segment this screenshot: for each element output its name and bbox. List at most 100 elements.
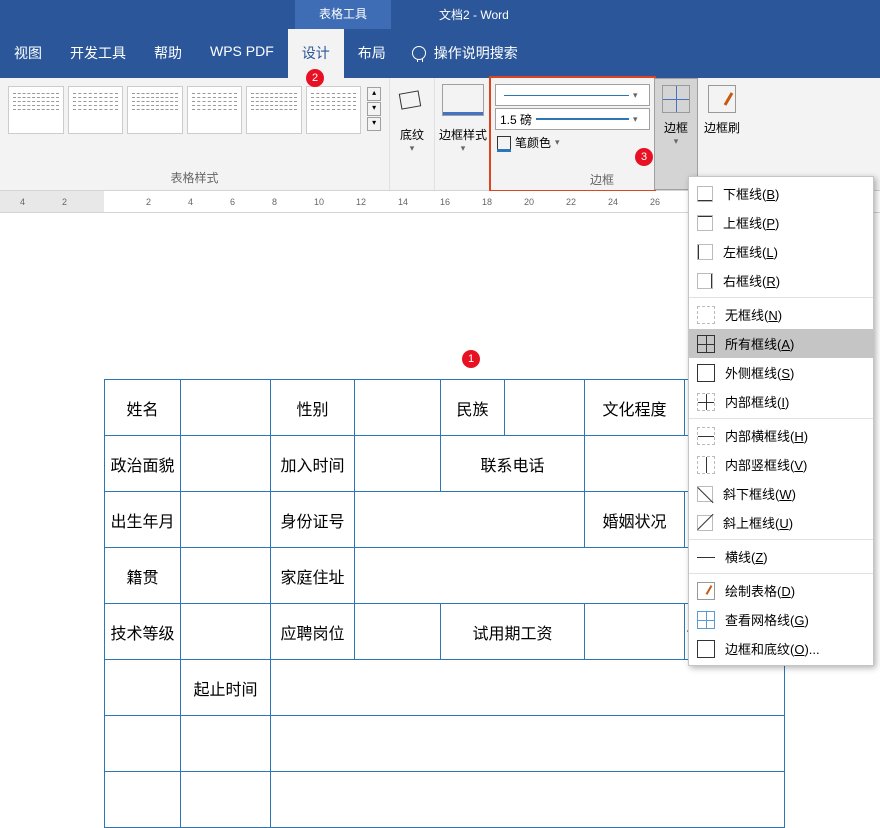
cell[interactable]	[271, 660, 785, 716]
inside-borders-icon	[697, 393, 715, 411]
cell[interactable]	[181, 716, 271, 772]
menu-outside-borders[interactable]: 外侧框线(S)	[689, 358, 873, 387]
document-title: 文档2 - Word	[439, 6, 509, 23]
border-painter-button[interactable]: 边框刷	[700, 78, 744, 190]
menu-left-border[interactable]: 左框线(L)	[689, 237, 873, 266]
cell-ethnicity-value[interactable]	[505, 380, 585, 436]
line-style-picker[interactable]: ▾	[495, 84, 650, 106]
cell[interactable]	[105, 772, 181, 828]
cell-address-label[interactable]: 家庭住址	[271, 548, 355, 604]
diagonal-up-icon	[697, 515, 713, 531]
menu-inside-borders[interactable]: 内部框线(I)	[689, 387, 873, 416]
cell-birth-label[interactable]: 出生年月	[105, 492, 181, 548]
border-painter-label: 边框刷	[704, 119, 740, 136]
cell[interactable]	[271, 772, 785, 828]
cell-political-value[interactable]	[181, 436, 271, 492]
cell-tech-level-label[interactable]: 技术等级	[105, 604, 181, 660]
cell-name-value[interactable]	[181, 380, 271, 436]
menu-horizontal-line[interactable]: 横线(Z)	[689, 542, 873, 571]
tab-developer[interactable]: 开发工具	[56, 29, 140, 78]
settings-icon	[697, 640, 715, 658]
cell[interactable]	[271, 716, 785, 772]
borders-icon	[662, 85, 690, 113]
table-style-thumb[interactable]	[127, 86, 183, 134]
outside-borders-icon	[697, 364, 715, 382]
shading-button[interactable]: 底纹 ▾	[390, 78, 434, 190]
cell-period-label[interactable]: 起止时间	[181, 660, 271, 716]
table-style-thumb[interactable]	[246, 86, 302, 134]
cell-trial-salary-label[interactable]: 试用期工资	[441, 604, 585, 660]
cell-join-time-value[interactable]	[355, 436, 441, 492]
right-border-icon	[697, 273, 713, 289]
brush-icon	[708, 85, 736, 113]
style-gallery-more[interactable]: ▴▾▾	[367, 86, 381, 134]
cell-gender-label[interactable]: 性别	[271, 380, 355, 436]
tab-layout[interactable]: 布局	[344, 29, 400, 78]
title-bar: 表格工具 文档2 - Word	[0, 0, 880, 29]
draw-table-icon	[697, 582, 715, 600]
border-style-swatch[interactable]	[442, 84, 484, 116]
table-style-thumb[interactable]	[68, 86, 124, 134]
paint-bucket-icon	[398, 88, 426, 116]
tell-me-label: 操作说明搜索	[434, 43, 518, 63]
menu-inside-vertical[interactable]: 内部竖框线(V)	[689, 450, 873, 479]
group-label-borders: 边框	[522, 171, 682, 188]
menu-bottom-border[interactable]: 下框线(B)	[689, 179, 873, 208]
menu-view-gridlines[interactable]: 查看网格线(G)	[689, 605, 873, 634]
line-preview	[504, 95, 629, 96]
document-table[interactable]: 姓名 性别 民族 文化程度 政治面貌 加入时间 联系电话 出生年月 身份证号 婚…	[104, 379, 785, 828]
table-style-thumb[interactable]	[187, 86, 243, 134]
context-tab-table-tools: 表格工具	[295, 0, 391, 29]
menu-borders-shading[interactable]: 边框和底纹(O)...	[689, 634, 873, 663]
cell[interactable]	[105, 716, 181, 772]
table-style-thumb[interactable]	[306, 86, 362, 134]
cell-gender-value[interactable]	[355, 380, 441, 436]
chevron-down-icon: ▾	[633, 90, 645, 101]
tab-wps-pdf[interactable]: WPS PDF	[196, 29, 288, 78]
cell[interactable]	[181, 772, 271, 828]
cell-name-label[interactable]: 姓名	[105, 380, 181, 436]
cell-political-label[interactable]: 政治面貌	[105, 436, 181, 492]
group-label-styles: 表格样式	[8, 167, 381, 188]
cell-join-time-label[interactable]: 加入时间	[271, 436, 355, 492]
horizontal-line-icon	[697, 548, 715, 566]
menu-diagonal-up[interactable]: 斜上框线(U)	[689, 508, 873, 537]
menu-right-border[interactable]: 右框线(R)	[689, 266, 873, 295]
cell-id-value[interactable]	[355, 492, 585, 548]
cell-position-value[interactable]	[355, 604, 441, 660]
cell-hometown-label[interactable]: 籍贯	[105, 548, 181, 604]
cell-marriage-label[interactable]: 婚姻状况	[585, 492, 685, 548]
pen-color-picker[interactable]: 笔颜色 ▾	[495, 132, 650, 153]
menu-draw-table[interactable]: 绘制表格(D)	[689, 576, 873, 605]
cell-ethnicity-label[interactable]: 民族	[441, 380, 505, 436]
tab-view[interactable]: 视图	[0, 29, 56, 78]
left-border-icon	[697, 244, 713, 260]
cell-birth-value[interactable]	[181, 492, 271, 548]
tell-me-search[interactable]: 操作说明搜索	[400, 29, 530, 77]
cell-id-label[interactable]: 身份证号	[271, 492, 355, 548]
menu-no-border[interactable]: 无框线(N)	[689, 300, 873, 329]
cell-tech-level-value[interactable]	[181, 604, 271, 660]
top-border-icon	[697, 215, 713, 231]
table-styles-group: ▴▾▾ 表格样式	[0, 78, 390, 190]
all-borders-icon	[697, 335, 715, 353]
cell-position-label[interactable]: 应聘岗位	[271, 604, 355, 660]
menu-inside-horizontal[interactable]: 内部横框线(H)	[689, 421, 873, 450]
cell-phone-label[interactable]: 联系电话	[441, 436, 585, 492]
cell[interactable]	[105, 660, 181, 716]
annotation-badge-1: 1	[462, 350, 480, 368]
ribbon: ▴▾▾ 表格样式 底纹 ▾ 边框样式 ▾ ▾ 1.5 磅 ▾ 笔颜色 ▾	[0, 78, 880, 191]
pen-color-label: 笔颜色	[515, 134, 551, 151]
table-style-thumb[interactable]	[8, 86, 64, 134]
menu-diagonal-down[interactable]: 斜下框线(W)	[689, 479, 873, 508]
borders-label: 边框	[664, 119, 688, 136]
line-weight-value: 1.5 磅	[500, 111, 532, 128]
tab-help[interactable]: 帮助	[140, 29, 196, 78]
cell-trial-salary-value[interactable]	[585, 604, 685, 660]
cell-education-label[interactable]: 文化程度	[585, 380, 685, 436]
menu-all-borders[interactable]: 所有框线(A)	[689, 329, 873, 358]
line-weight-picker[interactable]: 1.5 磅 ▾	[495, 108, 650, 130]
cell-hometown-value[interactable]	[181, 548, 271, 604]
inside-horizontal-icon	[697, 427, 715, 445]
menu-top-border[interactable]: 上框线(P)	[689, 208, 873, 237]
